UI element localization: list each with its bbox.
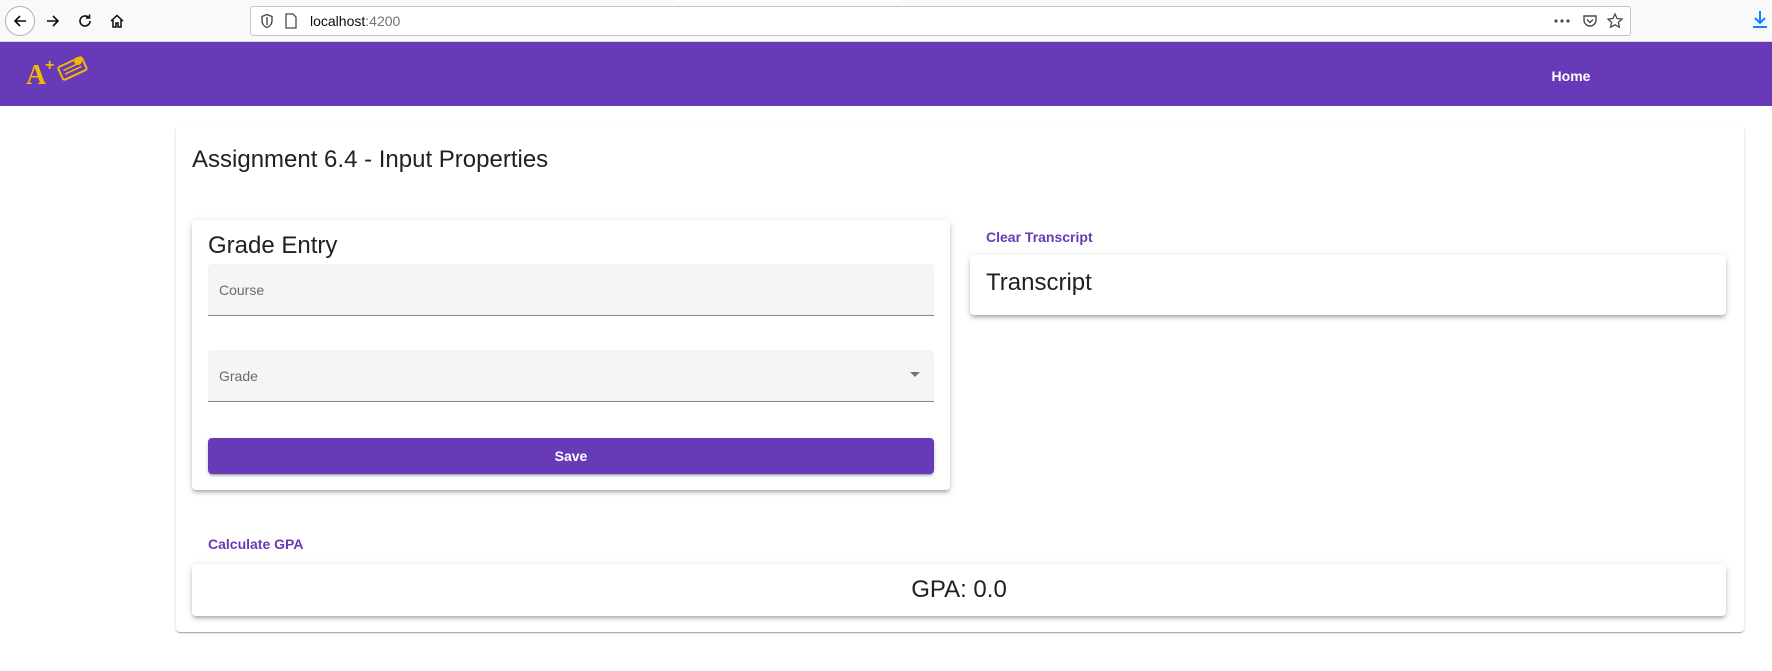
forward-arrow-icon (47, 15, 60, 27)
active-tab-indicator (676, 0, 900, 2)
url-bar[interactable]: localhost:4200 (250, 6, 1631, 36)
grade-entry-title: Grade Entry (208, 232, 338, 259)
star-icon[interactable] (1606, 12, 1624, 30)
grade-entry-card: Grade Entry Course Grade Save (192, 220, 950, 490)
transcript-title: Transcript (986, 269, 1092, 296)
pocket-icon[interactable] (1582, 13, 1598, 29)
grade-select[interactable]: Grade (208, 350, 934, 402)
url-text[interactable]: localhost:4200 (310, 13, 400, 29)
page-icon[interactable] (284, 13, 298, 29)
reload-icon (79, 14, 91, 27)
reload-button[interactable] (70, 6, 100, 36)
clear-transcript-button[interactable]: Clear Transcript (986, 229, 1093, 245)
home-nav-link[interactable]: Home (1536, 58, 1606, 94)
more-dots-icon[interactable] (1552, 12, 1572, 30)
back-arrow-icon (13, 15, 26, 27)
forward-button[interactable] (38, 6, 68, 36)
dropdown-arrow-icon[interactable] (910, 372, 920, 377)
calculate-gpa-button[interactable]: Calculate GPA (208, 536, 303, 552)
course-field[interactable]: Course (208, 264, 934, 316)
svg-text:A: A (26, 60, 47, 90)
tracking-shield-icon[interactable] (259, 13, 275, 29)
download-icon[interactable] (1750, 9, 1770, 31)
main-card: Assignment 6.4 - Input Properties Grade … (176, 126, 1744, 632)
app-toolbar: A + Home (0, 42, 1772, 106)
gpa-card: GPA: 0.0 (192, 564, 1726, 616)
gpa-value: GPA: 0.0 (911, 576, 1007, 603)
save-button[interactable]: Save (208, 438, 934, 474)
home-button[interactable] (102, 6, 132, 36)
course-input[interactable] (208, 264, 934, 315)
svg-text:+: + (45, 57, 54, 74)
grade-field-label: Grade (219, 368, 258, 384)
a-plus-logo[interactable]: A + (26, 54, 88, 90)
transcript-card: Transcript (970, 255, 1726, 315)
back-button[interactable] (5, 6, 35, 36)
home-icon (110, 14, 124, 28)
browser-toolbar: localhost:4200 (0, 0, 1772, 42)
page-title: Assignment 6.4 - Input Properties (192, 146, 549, 173)
